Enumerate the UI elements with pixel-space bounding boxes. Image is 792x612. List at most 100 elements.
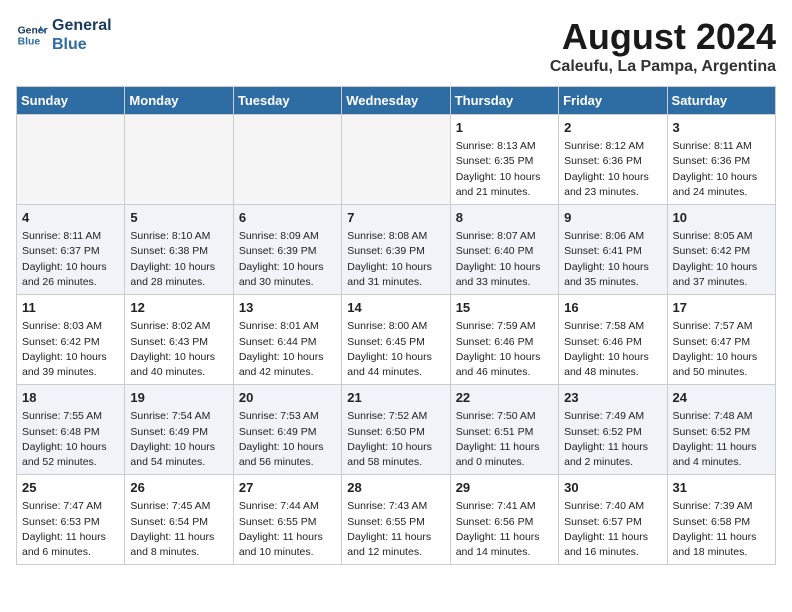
day-number: 16	[564, 299, 661, 317]
logo-text-blue: Blue	[52, 35, 112, 54]
calendar-cell: 15Sunrise: 7:59 AM Sunset: 6:46 PM Dayli…	[450, 295, 558, 385]
calendar-cell: 6Sunrise: 8:09 AM Sunset: 6:39 PM Daylig…	[233, 205, 341, 295]
main-title: August 2024	[550, 16, 776, 58]
day-number: 28	[347, 479, 444, 497]
day-info: Sunrise: 7:52 AM Sunset: 6:50 PM Dayligh…	[347, 409, 444, 470]
calendar-cell: 27 Sunrise: 7:44 AM Sunset: 6:55 PM Dayli…	[233, 475, 341, 565]
day-number: 3	[673, 119, 770, 137]
day-number: 22	[456, 389, 553, 407]
day-info: Sunrise: 7:55 AM Sunset: 6:48 PM Dayligh…	[22, 409, 119, 470]
day-number: 23	[564, 389, 661, 407]
day-number: 30	[564, 479, 661, 497]
logo-text-general: General	[52, 16, 112, 35]
day-info: Sunrise: 8:12 AM Sunset: 6:36 PM Dayligh…	[564, 139, 661, 200]
day-number: 1	[456, 119, 553, 137]
day-info: Sunrise: 7:53 AM Sunset: 6:49 PM Dayligh…	[239, 409, 336, 470]
day-info: Sunrise: 8:09 AM Sunset: 6:39 PM Dayligh…	[239, 229, 336, 290]
day-number: 27	[239, 479, 336, 497]
day-info: Sunrise: 7:54 AM Sunset: 6:49 PM Dayligh…	[130, 409, 227, 470]
day-number: 5	[130, 209, 227, 227]
day-info: Sunrise: 7:45 AM Sunset: 6:54 PM Dayligh…	[130, 499, 227, 560]
calendar-cell: 12 Sunrise: 8:02 AM Sunset: 6:43 PM Dayli…	[125, 295, 233, 385]
day-info: Sunrise: 8:11 AM Sunset: 6:36 PM Dayligh…	[673, 139, 770, 200]
calendar-cell: 4 Sunrise: 8:11 AM Sunset: 6:37 PM Daylig…	[17, 205, 125, 295]
weekday-header-friday: Friday	[559, 87, 667, 115]
calendar-cell: 17Sunrise: 7:57 AM Sunset: 6:47 PM Dayli…	[667, 295, 775, 385]
calendar-cell: 11Sunrise: 8:03 AM Sunset: 6:42 PM Dayli…	[17, 295, 125, 385]
calendar-cell: 2 Sunrise: 8:12 AM Sunset: 6:36 PM Daylig…	[559, 115, 667, 205]
day-info: Sunrise: 7:41 AM Sunset: 6:56 PM Dayligh…	[456, 499, 553, 560]
day-number: 12	[130, 299, 227, 317]
day-info: Sunrise: 8:11 AM Sunset: 6:37 PM Dayligh…	[22, 229, 119, 290]
day-info: Sunrise: 8:06 AM Sunset: 6:41 PM Dayligh…	[564, 229, 661, 290]
day-info: Sunrise: 8:05 AM Sunset: 6:42 PM Dayligh…	[673, 229, 770, 290]
calendar-cell: 23 Sunrise: 7:49 AM Sunset: 6:52 PM Dayli…	[559, 385, 667, 475]
day-number: 29	[456, 479, 553, 497]
day-info: Sunrise: 8:01 AM Sunset: 6:44 PM Dayligh…	[239, 319, 336, 380]
day-info: Sunrise: 8:10 AM Sunset: 6:38 PM Dayligh…	[130, 229, 227, 290]
weekday-header-saturday: Saturday	[667, 87, 775, 115]
calendar-cell	[342, 115, 450, 205]
calendar-cell: 29 Sunrise: 7:41 AM Sunset: 6:56 PM Dayli…	[450, 475, 558, 565]
day-number: 13	[239, 299, 336, 317]
day-number: 26	[130, 479, 227, 497]
day-number: 14	[347, 299, 444, 317]
calendar-cell: 19Sunrise: 7:54 AM Sunset: 6:49 PM Dayli…	[125, 385, 233, 475]
calendar-cell: 1 Sunrise: 8:13 AM Sunset: 6:35 PM Daylig…	[450, 115, 558, 205]
subtitle: Caleufu, La Pampa, Argentina	[550, 58, 776, 76]
calendar-cell: 25 Sunrise: 7:47 AM Sunset: 6:53 PM Dayli…	[17, 475, 125, 565]
calendar-week-row: 11Sunrise: 8:03 AM Sunset: 6:42 PM Dayli…	[17, 295, 776, 385]
calendar-cell: 26 Sunrise: 7:45 AM Sunset: 6:54 PM Dayli…	[125, 475, 233, 565]
calendar-cell: 10Sunrise: 8:05 AM Sunset: 6:42 PM Dayli…	[667, 205, 775, 295]
calendar-cell: 22 Sunrise: 7:50 AM Sunset: 6:51 PM Dayli…	[450, 385, 558, 475]
day-info: Sunrise: 7:49 AM Sunset: 6:52 PM Dayligh…	[564, 409, 661, 470]
title-area: August 2024 Caleufu, La Pampa, Argentina	[550, 16, 776, 76]
calendar-cell: 18Sunrise: 7:55 AM Sunset: 6:48 PM Dayli…	[17, 385, 125, 475]
day-info: Sunrise: 7:47 AM Sunset: 6:53 PM Dayligh…	[22, 499, 119, 560]
day-number: 25	[22, 479, 119, 497]
day-number: 7	[347, 209, 444, 227]
weekday-header-tuesday: Tuesday	[233, 87, 341, 115]
calendar-cell: 20 Sunrise: 7:53 AM Sunset: 6:49 PM Dayli…	[233, 385, 341, 475]
weekday-header-monday: Monday	[125, 87, 233, 115]
calendar-cell: 13 Sunrise: 8:01 AM Sunset: 6:44 PM Dayli…	[233, 295, 341, 385]
day-number: 2	[564, 119, 661, 137]
weekday-header-thursday: Thursday	[450, 87, 558, 115]
calendar-cell: 7 Sunrise: 8:08 AM Sunset: 6:39 PM Daylig…	[342, 205, 450, 295]
day-info: Sunrise: 8:08 AM Sunset: 6:39 PM Dayligh…	[347, 229, 444, 290]
day-info: Sunrise: 7:40 AM Sunset: 6:57 PM Dayligh…	[564, 499, 661, 560]
calendar-table: SundayMondayTuesdayWednesdayThursdayFrid…	[16, 86, 776, 565]
calendar-cell: 16 Sunrise: 7:58 AM Sunset: 6:46 PM Dayli…	[559, 295, 667, 385]
calendar-cell	[233, 115, 341, 205]
day-number: 20	[239, 389, 336, 407]
day-number: 4	[22, 209, 119, 227]
day-info: Sunrise: 7:59 AM Sunset: 6:46 PM Dayligh…	[456, 319, 553, 380]
day-info: Sunrise: 7:50 AM Sunset: 6:51 PM Dayligh…	[456, 409, 553, 470]
calendar-cell: 31Sunrise: 7:39 AM Sunset: 6:58 PM Dayli…	[667, 475, 775, 565]
day-info: Sunrise: 8:02 AM Sunset: 6:43 PM Dayligh…	[130, 319, 227, 380]
calendar-week-row: 18Sunrise: 7:55 AM Sunset: 6:48 PM Dayli…	[17, 385, 776, 475]
calendar-week-row: 25 Sunrise: 7:47 AM Sunset: 6:53 PM Dayli…	[17, 475, 776, 565]
calendar-header-row: SundayMondayTuesdayWednesdayThursdayFrid…	[17, 87, 776, 115]
calendar-cell	[17, 115, 125, 205]
day-info: Sunrise: 8:00 AM Sunset: 6:45 PM Dayligh…	[347, 319, 444, 380]
day-number: 17	[673, 299, 770, 317]
day-info: Sunrise: 7:39 AM Sunset: 6:58 PM Dayligh…	[673, 499, 770, 560]
calendar-cell: 5 Sunrise: 8:10 AM Sunset: 6:38 PM Daylig…	[125, 205, 233, 295]
calendar-cell: 14 Sunrise: 8:00 AM Sunset: 6:45 PM Dayli…	[342, 295, 450, 385]
day-info: Sunrise: 7:48 AM Sunset: 6:52 PM Dayligh…	[673, 409, 770, 470]
day-info: Sunrise: 7:44 AM Sunset: 6:55 PM Dayligh…	[239, 499, 336, 560]
day-info: Sunrise: 7:58 AM Sunset: 6:46 PM Dayligh…	[564, 319, 661, 380]
day-info: Sunrise: 8:13 AM Sunset: 6:35 PM Dayligh…	[456, 139, 553, 200]
calendar-cell: 8Sunrise: 8:07 AM Sunset: 6:40 PM Daylig…	[450, 205, 558, 295]
header: General Blue General Blue August 2024 Ca…	[16, 16, 776, 76]
svg-text:Blue: Blue	[18, 37, 41, 48]
day-number: 11	[22, 299, 119, 317]
calendar-week-row: 4 Sunrise: 8:11 AM Sunset: 6:37 PM Daylig…	[17, 205, 776, 295]
calendar-cell	[125, 115, 233, 205]
day-number: 24	[673, 389, 770, 407]
day-number: 9	[564, 209, 661, 227]
day-info: Sunrise: 8:07 AM Sunset: 6:40 PM Dayligh…	[456, 229, 553, 290]
calendar-cell: 30 Sunrise: 7:40 AM Sunset: 6:57 PM Dayli…	[559, 475, 667, 565]
calendar-cell: 9 Sunrise: 8:06 AM Sunset: 6:41 PM Daylig…	[559, 205, 667, 295]
